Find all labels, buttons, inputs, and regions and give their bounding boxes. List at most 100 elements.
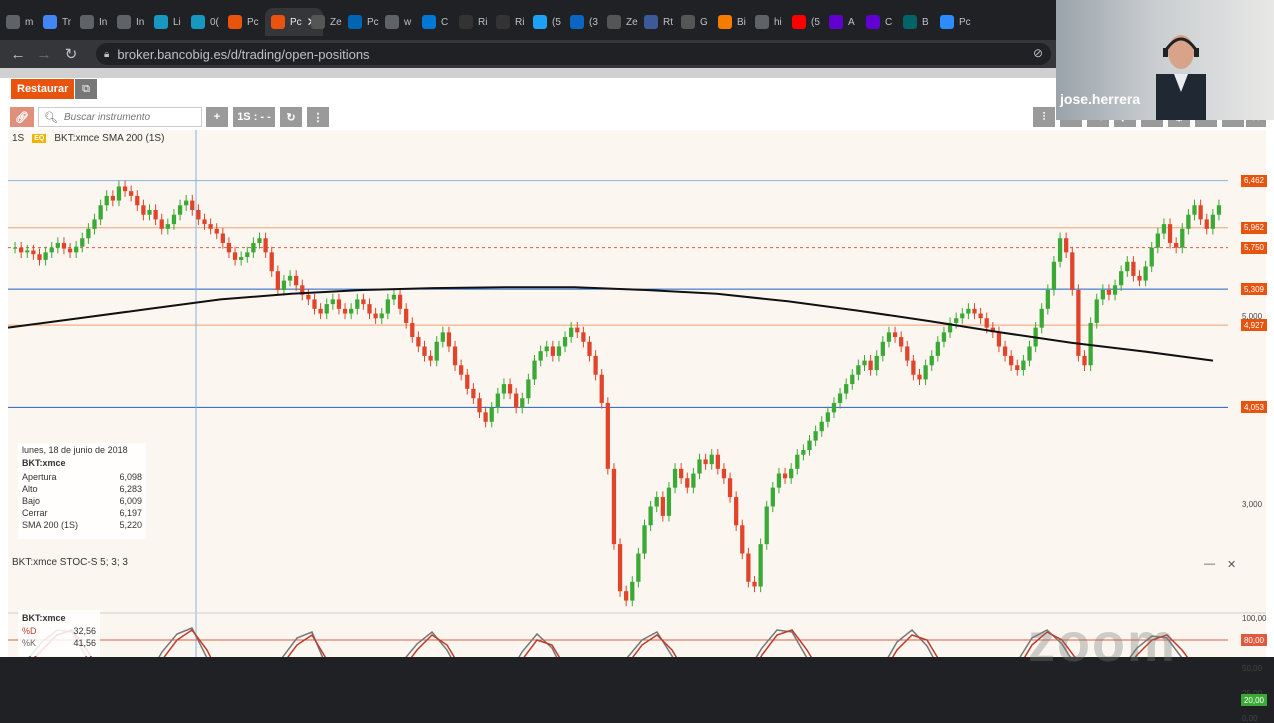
browser-tab-18[interactable]: G — [681, 8, 708, 36]
candle-body — [1149, 247, 1154, 267]
browser-tab-13[interactable]: Ri — [496, 8, 524, 36]
restore-button[interactable]: Restaurar — [11, 79, 75, 99]
candle-body — [465, 374, 470, 389]
browser-tab-14[interactable]: (5 — [533, 8, 561, 36]
candle-body — [929, 355, 934, 366]
candle-body — [1070, 252, 1075, 290]
browser-tab-label: Li — [173, 16, 181, 28]
candle-body — [446, 332, 452, 347]
candle-body — [373, 313, 378, 319]
browser-tab-10[interactable]: w — [385, 8, 411, 36]
candle-body — [984, 318, 989, 328]
browser-tab-label: Ri — [515, 16, 525, 28]
refresh-icon[interactable]: ↻ — [280, 107, 302, 127]
price-tag: 6,462 — [1241, 174, 1267, 187]
candle-body — [324, 304, 329, 314]
candle-body — [330, 299, 335, 305]
browser-tab-3[interactable]: In — [117, 8, 144, 36]
chart-type-icon[interactable]: ⫶ — [1033, 107, 1055, 127]
add-button[interactable]: + — [206, 107, 228, 127]
tooltip-row: Cerrar 6,197 — [22, 507, 142, 519]
candle-body — [886, 332, 892, 342]
candle-body — [336, 299, 342, 309]
forward-arrow-icon[interactable]: → — [34, 44, 54, 64]
candle-body — [312, 299, 317, 309]
candle-body — [660, 497, 665, 516]
browser-tab-2[interactable]: In — [80, 8, 107, 36]
browser-tab-5[interactable]: 0( — [191, 8, 219, 36]
investing-icon — [459, 15, 473, 29]
candle-body — [1186, 214, 1191, 229]
candle-body — [654, 497, 659, 507]
candle-body — [1204, 219, 1209, 229]
candle-body — [966, 308, 971, 314]
browser-tab-23[interactable]: C — [866, 8, 892, 36]
link-icon[interactable]: 🔗︎ — [10, 107, 34, 127]
candle-body — [1137, 275, 1142, 281]
candle-body — [459, 365, 464, 375]
reload-icon[interactable]: ↻ — [61, 44, 81, 64]
instrument-search[interactable]: 🔍︎ — [38, 107, 202, 127]
legend-series: BKT:xmce SMA 200 (1S) — [54, 133, 165, 144]
candle-body — [892, 332, 898, 338]
browser-tab-22[interactable]: A — [829, 8, 855, 36]
candle-body — [1051, 261, 1057, 290]
chart-canvas[interactable] — [8, 130, 1266, 657]
candle-body — [86, 228, 91, 239]
candle-body — [550, 346, 555, 356]
browser-tab-4[interactable]: Li — [154, 8, 181, 36]
candle-body — [856, 365, 861, 375]
stochastic-close-icon[interactable]: ✕ — [1227, 558, 1236, 571]
browser-tab-label: In — [136, 16, 145, 28]
candle-body — [80, 238, 85, 247]
browser-tab-19[interactable]: Bi — [718, 8, 746, 36]
browser-tab-25[interactable]: Pc — [940, 8, 971, 36]
candle-body — [1021, 360, 1026, 370]
participant-avatar — [1156, 35, 1206, 120]
browser-tab-16[interactable]: Ze — [607, 8, 638, 36]
browser-tab-20[interactable]: hi — [755, 8, 782, 36]
eye-off-icon[interactable]: ⊘ — [1033, 46, 1043, 60]
stochastic-minimize-icon[interactable]: — — [1204, 558, 1215, 571]
linkedin-icon — [570, 15, 584, 29]
browser-tab-24[interactable]: B — [903, 8, 929, 36]
browser-tab-6[interactable]: Pc — [228, 8, 259, 36]
candle-body — [507, 384, 513, 394]
price-chart[interactable]: 1S EQ BKT:xmce SMA 200 (1S) lunes, 18 de… — [8, 130, 1267, 723]
candle-body — [740, 525, 745, 554]
browser-tab-0[interactable]: m — [6, 8, 33, 36]
candle-body — [501, 384, 507, 394]
candle-body — [556, 346, 562, 356]
stoch-k-label: %K — [22, 638, 37, 648]
browser-tab-1[interactable]: Tr — [43, 8, 71, 36]
candle-body — [1198, 205, 1203, 220]
candle-body — [202, 219, 207, 225]
browser-tab-17[interactable]: Rt — [644, 8, 673, 36]
browser-tab-label: hi — [774, 16, 782, 28]
candle-body — [789, 468, 794, 479]
candle-body — [587, 341, 592, 356]
candle-body — [31, 250, 36, 255]
browser-tab-11[interactable]: C — [422, 8, 448, 36]
popout-icon[interactable]: ⧉ — [75, 79, 97, 99]
browser-tab-label: Pc — [367, 16, 379, 28]
candle-body — [844, 384, 849, 394]
browser-tab-label: Ze — [330, 16, 342, 28]
candle-body — [214, 228, 219, 234]
browser-tab-label: Ri — [478, 16, 488, 28]
browser-tab-8[interactable]: Ze — [311, 8, 342, 36]
back-arrow-icon[interactable]: ← — [8, 44, 28, 64]
browser-tab-label: (3 — [589, 16, 598, 28]
browser-tab-label: A — [848, 16, 855, 28]
browser-tab-9[interactable]: Pc — [348, 8, 379, 36]
browser-tab-21[interactable]: (5 — [792, 8, 820, 36]
browser-tab-15[interactable]: (3 — [570, 8, 598, 36]
interval-selector[interactable]: 1S : - - — [233, 107, 275, 127]
candle-body — [868, 360, 873, 370]
candle-body — [404, 308, 409, 323]
yahoo-icon — [829, 15, 843, 29]
browser-tab-12[interactable]: Ri — [459, 8, 487, 36]
address-bar[interactable]: 🔒︎ broker.bancobig.es/d/trading/open-pos… — [96, 43, 1051, 65]
instrument-search-input[interactable] — [63, 111, 194, 123]
more-vertical-icon[interactable]: ⋮ — [307, 107, 329, 127]
